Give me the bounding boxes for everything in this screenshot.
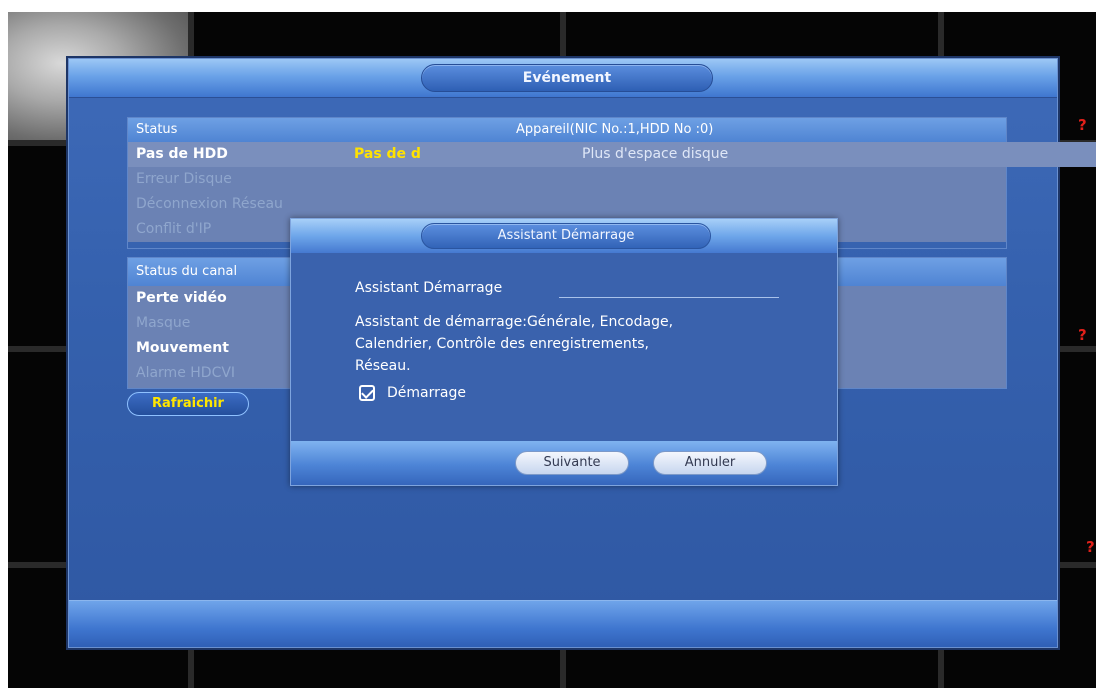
wizard-titlebar: Assistant Démarrage — [291, 219, 837, 253]
status-row-detail: Plus d'espace disque — [582, 146, 729, 162]
row-highlight-extension — [1006, 142, 1096, 167]
wizard-description: Assistant de démarrage:Générale, Encodag… — [355, 311, 815, 377]
status-row-network-disconnect[interactable]: Déconnexion Réseau — [128, 192, 1006, 217]
refresh-button[interactable]: Rafraichir — [127, 392, 249, 416]
startup-checkbox[interactable] — [359, 385, 375, 401]
status-row-disk-error[interactable]: Erreur Disque — [128, 167, 1006, 192]
status-row-label: Pas de HDD — [136, 146, 228, 162]
device-column-header: Appareil(NIC No.:1,HDD No :0) — [516, 122, 714, 137]
event-titlebar: Evénement — [69, 59, 1057, 98]
status-row-label: Conflit d'IP — [136, 221, 212, 237]
no-signal-marker: ? — [1078, 116, 1087, 134]
window-title: Evénement — [421, 64, 713, 92]
wizard-body: Assistant Démarrage Assistant de démarra… — [291, 253, 837, 441]
no-signal-marker: ? — [1078, 326, 1087, 344]
status-row-no-hdd[interactable]: Pas de HDD Pas de d Plus d'espace disque — [128, 142, 1096, 167]
wizard-description-line: Assistant de démarrage:Générale, Encodag… — [355, 314, 674, 330]
heading-divider — [559, 297, 779, 298]
status-table-header: Status Appareil(NIC No.:1,HDD No :0) — [128, 118, 1006, 142]
status-row-label: Déconnexion Réseau — [136, 196, 283, 212]
wizard-title: Assistant Démarrage — [421, 223, 711, 249]
event-footer — [69, 600, 1057, 647]
status-row-label: Erreur Disque — [136, 171, 232, 187]
cancel-button[interactable]: Annuler — [653, 451, 767, 475]
startup-checkbox-row[interactable]: Démarrage — [359, 385, 466, 401]
wizard-heading: Assistant Démarrage — [355, 280, 503, 296]
status-row-value: Pas de d — [354, 146, 421, 162]
wizard-description-line: Réseau. — [355, 358, 411, 374]
wizard-description-line: Calendrier, Contrôle des enregistrements… — [355, 336, 649, 352]
no-signal-marker: ? — [1086, 538, 1095, 556]
startup-wizard-dialog: Assistant Démarrage Assistant Démarrage … — [290, 218, 838, 486]
wizard-footer: Suivante Annuler — [291, 441, 837, 485]
next-button[interactable]: Suivante — [515, 451, 629, 475]
status-column-header: Status — [136, 122, 178, 137]
startup-checkbox-label: Démarrage — [387, 385, 466, 401]
